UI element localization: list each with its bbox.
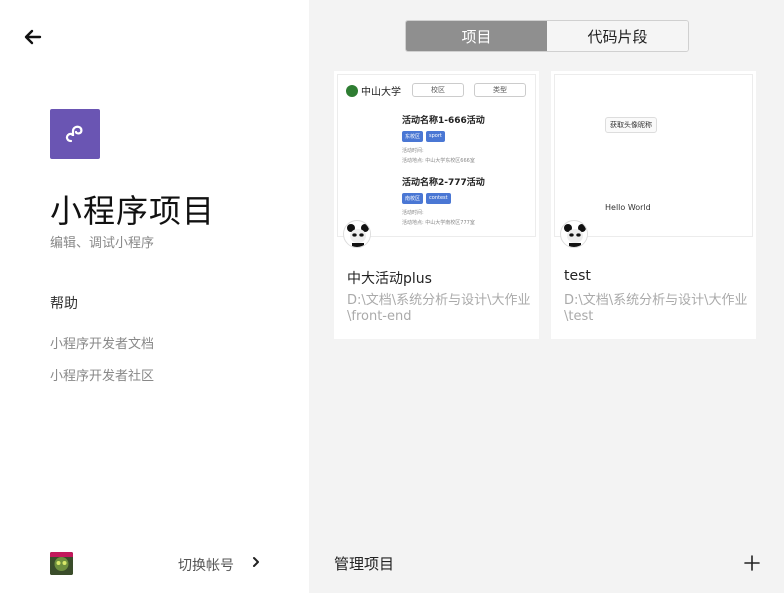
add-project-icon[interactable] [744,555,760,571]
thumbnail-tag: contest [426,193,451,204]
thumbnail-activity-time: 活动时间: [402,148,424,154]
developer-community-link[interactable]: 小程序开发者社区 [50,365,154,384]
thumbnail-activity-tags: 南校区 contest [402,193,451,204]
thumbnail-campus-button: 校区 [412,83,464,97]
back-arrow-icon[interactable] [22,26,44,48]
user-avatar[interactable] [50,552,73,575]
project-type-tabs: 项目 代码片段 [405,20,689,52]
thumbnail-activity-tags: 东校区 sport [402,131,445,142]
thumbnail-brand-text: 中山大学 [361,87,401,98]
thumbnail-activity-place: 活动地点: 中山大学东校区666室 [402,158,475,164]
university-logo-icon [346,84,358,97]
thumbnail-activity-title: 活动名称1-666活动 [402,116,485,126]
thumbnail-tag: 东校区 [402,131,424,142]
help-heading: 帮助 [50,296,78,312]
chevron-right-icon[interactable] [250,554,262,570]
project-card[interactable]: 获取头像昵称 Hello World test D:\文档\系统分析与设计\大作… [551,71,756,339]
thumbnail-tag: sport [426,131,445,142]
project-thumbnail: 获取头像昵称 Hello World [554,74,753,237]
project-name: test [564,268,591,284]
project-path: D:\文档\系统分析与设计\大作业\front-end [347,293,531,324]
thumbnail-tag: 南校区 [402,193,424,204]
thumbnail-activity-place: 活动地点: 中山大学南校区777室 [402,220,475,226]
manage-projects-button[interactable]: 管理项目 [334,553,394,574]
panda-avatar-icon [560,220,588,248]
thumbnail-activity-time: 活动时间: [402,210,424,216]
page-subtitle: 编辑、调试小程序 [50,236,155,251]
miniprogram-logo-icon [50,109,100,159]
thumbnail-activity-title: 活动名称2-777活动 [402,178,485,188]
thumbnail-hello-text: Hello World [605,203,651,212]
tab-projects[interactable]: 项目 [406,21,547,51]
project-name: 中大活动plus [347,271,432,287]
panda-avatar-icon [343,220,371,248]
thumbnail-brand: 中山大学 [346,83,401,98]
switch-account-button[interactable]: 切换帐号 [178,555,234,575]
thumbnail-type-button: 类型 [474,83,526,97]
tab-code-snippets[interactable]: 代码片段 [547,21,688,51]
left-panel: 小程序项目 编辑、调试小程序 帮助 小程序开发者文档 小程序开发者社区 切换帐号 [0,0,309,593]
developer-docs-link[interactable]: 小程序开发者文档 [50,333,154,352]
page-title: 小程序项目 [50,192,216,230]
project-path: D:\文档\系统分析与设计\大作业\test [564,293,748,324]
project-card[interactable]: 中山大学 校区 类型 活动名称1-666活动 东校区 sport 活动时间: 活… [334,71,539,339]
project-thumbnail: 中山大学 校区 类型 活动名称1-666活动 东校区 sport 活动时间: 活… [337,74,536,237]
thumbnail-get-avatar-button: 获取头像昵称 [605,117,657,133]
